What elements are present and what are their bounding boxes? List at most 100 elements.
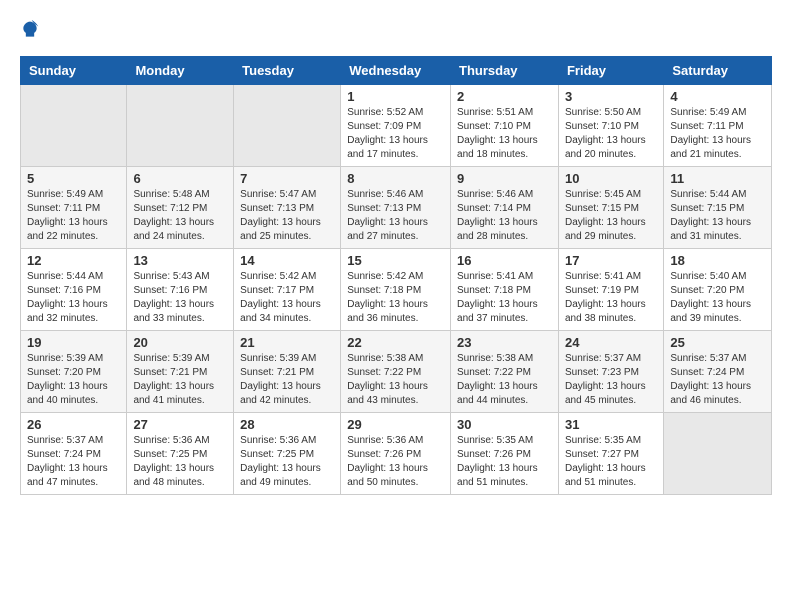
calendar-day-cell — [127, 85, 234, 167]
weekday-header: Thursday — [451, 57, 559, 85]
calendar-week-row: 26 Sunrise: 5:37 AM Sunset: 7:24 PM Dayli… — [21, 413, 772, 495]
day-number: 22 — [347, 335, 444, 350]
day-number: 21 — [240, 335, 334, 350]
calendar-day-cell: 29 Sunrise: 5:36 AM Sunset: 7:26 PM Dayli… — [341, 413, 451, 495]
day-number: 18 — [670, 253, 765, 268]
weekday-header: Sunday — [21, 57, 127, 85]
calendar-day-cell: 19Sunrise: 5:39 AM Sunset: 7:20 PM Dayli… — [21, 331, 127, 413]
day-number: 16 — [457, 253, 552, 268]
weekday-header: Tuesday — [234, 57, 341, 85]
day-number: 11 — [670, 171, 765, 186]
calendar-table: SundayMondayTuesdayWednesdayThursdayFrid… — [20, 56, 772, 495]
calendar-day-cell: 5 Sunrise: 5:49 AM Sunset: 7:11 PM Daylig… — [21, 167, 127, 249]
day-number: 25 — [670, 335, 765, 350]
calendar-day-cell: 10 Sunrise: 5:45 AM Sunset: 7:15 PM Dayli… — [558, 167, 663, 249]
calendar-day-cell: 30Sunrise: 5:35 AM Sunset: 7:26 PM Dayli… — [451, 413, 559, 495]
calendar-day-cell: 25 Sunrise: 5:37 AM Sunset: 7:24 PM Dayli… — [664, 331, 772, 413]
day-info: Sunrise: 5:41 AM Sunset: 7:18 PM Dayligh… — [457, 270, 552, 326]
day-number: 4 — [670, 89, 765, 104]
calendar-day-cell: 16 Sunrise: 5:41 AM Sunset: 7:18 PM Dayli… — [451, 249, 559, 331]
calendar-day-cell: 4 Sunrise: 5:49 AM Sunset: 7:11 PM Daylig… — [664, 85, 772, 167]
day-info: Sunrise: 5:48 AM Sunset: 7:12 PM Dayligh… — [133, 188, 227, 244]
day-number: 5 — [27, 171, 120, 186]
calendar-day-cell: 22 Sunrise: 5:38 AM Sunset: 7:22 PM Dayli… — [341, 331, 451, 413]
calendar-day-cell: 28 Sunrise: 5:36 AM Sunset: 7:25 PM Dayli… — [234, 413, 341, 495]
day-info: Sunrise: 5:45 AM Sunset: 7:15 PM Dayligh… — [565, 188, 657, 244]
day-info: Sunrise: 5:49 AM Sunset: 7:11 PM Dayligh… — [27, 188, 120, 244]
day-info: Sunrise: 5:46 AM Sunset: 7:14 PM Dayligh… — [457, 188, 552, 244]
day-number: 31 — [565, 417, 657, 432]
calendar-day-cell: 14 Sunrise: 5:42 AM Sunset: 7:17 PM Dayli… — [234, 249, 341, 331]
calendar-day-cell: 18Sunrise: 5:40 AM Sunset: 7:20 PM Dayli… — [664, 249, 772, 331]
calendar-day-cell: 31 Sunrise: 5:35 AM Sunset: 7:27 PM Dayli… — [558, 413, 663, 495]
calendar-day-cell: 26 Sunrise: 5:37 AM Sunset: 7:24 PM Dayli… — [21, 413, 127, 495]
weekday-header: Friday — [558, 57, 663, 85]
day-number: 30 — [457, 417, 552, 432]
day-number: 8 — [347, 171, 444, 186]
calendar-day-cell: 13 Sunrise: 5:43 AM Sunset: 7:16 PM Dayli… — [127, 249, 234, 331]
day-number: 9 — [457, 171, 552, 186]
day-info: Sunrise: 5:52 AM Sunset: 7:09 PM Dayligh… — [347, 106, 444, 162]
day-info: Sunrise: 5:36 AM Sunset: 7:25 PM Dayligh… — [240, 434, 334, 490]
calendar-day-cell: 27 Sunrise: 5:36 AM Sunset: 7:25 PM Dayli… — [127, 413, 234, 495]
day-info: Sunrise: 5:43 AM Sunset: 7:16 PM Dayligh… — [133, 270, 227, 326]
day-info: Sunrise: 5:47 AM Sunset: 7:13 PM Dayligh… — [240, 188, 334, 244]
day-info: Sunrise: 5:44 AM Sunset: 7:15 PM Dayligh… — [670, 188, 765, 244]
day-info: Sunrise: 5:36 AM Sunset: 7:26 PM Dayligh… — [347, 434, 444, 490]
day-number: 6 — [133, 171, 227, 186]
calendar-day-cell: 23Sunrise: 5:38 AM Sunset: 7:22 PM Dayli… — [451, 331, 559, 413]
day-number: 14 — [240, 253, 334, 268]
day-number: 12 — [27, 253, 120, 268]
day-info: Sunrise: 5:37 AM Sunset: 7:23 PM Dayligh… — [565, 352, 657, 408]
calendar-day-cell: 2Sunrise: 5:51 AM Sunset: 7:10 PM Daylig… — [451, 85, 559, 167]
day-info: Sunrise: 5:37 AM Sunset: 7:24 PM Dayligh… — [670, 352, 765, 408]
calendar-day-cell: 24Sunrise: 5:37 AM Sunset: 7:23 PM Dayli… — [558, 331, 663, 413]
calendar-day-cell: 15 Sunrise: 5:42 AM Sunset: 7:18 PM Dayli… — [341, 249, 451, 331]
day-number: 26 — [27, 417, 120, 432]
calendar-day-cell: 3 Sunrise: 5:50 AM Sunset: 7:10 PM Daylig… — [558, 85, 663, 167]
calendar-week-row: 5 Sunrise: 5:49 AM Sunset: 7:11 PM Daylig… — [21, 167, 772, 249]
day-info: Sunrise: 5:35 AM Sunset: 7:27 PM Dayligh… — [565, 434, 657, 490]
logo-icon — [20, 20, 40, 40]
day-info: Sunrise: 5:42 AM Sunset: 7:18 PM Dayligh… — [347, 270, 444, 326]
day-number: 3 — [565, 89, 657, 104]
day-number: 10 — [565, 171, 657, 186]
calendar-day-cell: 17Sunrise: 5:41 AM Sunset: 7:19 PM Dayli… — [558, 249, 663, 331]
day-number: 23 — [457, 335, 552, 350]
day-number: 17 — [565, 253, 657, 268]
day-info: Sunrise: 5:39 AM Sunset: 7:21 PM Dayligh… — [133, 352, 227, 408]
calendar-week-row: 1 Sunrise: 5:52 AM Sunset: 7:09 PM Daylig… — [21, 85, 772, 167]
calendar-day-cell: 11 Sunrise: 5:44 AM Sunset: 7:15 PM Dayli… — [664, 167, 772, 249]
calendar-week-row: 12Sunrise: 5:44 AM Sunset: 7:16 PM Dayli… — [21, 249, 772, 331]
calendar-day-cell: 6 Sunrise: 5:48 AM Sunset: 7:12 PM Daylig… — [127, 167, 234, 249]
logo — [20, 20, 44, 40]
day-number: 29 — [347, 417, 444, 432]
day-number: 1 — [347, 89, 444, 104]
day-info: Sunrise: 5:37 AM Sunset: 7:24 PM Dayligh… — [27, 434, 120, 490]
weekday-header-row: SundayMondayTuesdayWednesdayThursdayFrid… — [21, 57, 772, 85]
day-number: 28 — [240, 417, 334, 432]
day-info: Sunrise: 5:50 AM Sunset: 7:10 PM Dayligh… — [565, 106, 657, 162]
calendar-day-cell — [664, 413, 772, 495]
calendar-day-cell: 20 Sunrise: 5:39 AM Sunset: 7:21 PM Dayli… — [127, 331, 234, 413]
weekday-header: Saturday — [664, 57, 772, 85]
calendar-day-cell: 8 Sunrise: 5:46 AM Sunset: 7:13 PM Daylig… — [341, 167, 451, 249]
day-number: 15 — [347, 253, 444, 268]
calendar-day-cell: 7 Sunrise: 5:47 AM Sunset: 7:13 PM Daylig… — [234, 167, 341, 249]
page-header — [20, 20, 772, 40]
calendar-day-cell: 1 Sunrise: 5:52 AM Sunset: 7:09 PM Daylig… — [341, 85, 451, 167]
day-info: Sunrise: 5:36 AM Sunset: 7:25 PM Dayligh… — [133, 434, 227, 490]
day-info: Sunrise: 5:42 AM Sunset: 7:17 PM Dayligh… — [240, 270, 334, 326]
day-number: 20 — [133, 335, 227, 350]
day-info: Sunrise: 5:46 AM Sunset: 7:13 PM Dayligh… — [347, 188, 444, 244]
day-info: Sunrise: 5:49 AM Sunset: 7:11 PM Dayligh… — [670, 106, 765, 162]
calendar-day-cell: 9 Sunrise: 5:46 AM Sunset: 7:14 PM Daylig… — [451, 167, 559, 249]
calendar-day-cell — [21, 85, 127, 167]
day-number: 27 — [133, 417, 227, 432]
calendar-day-cell — [234, 85, 341, 167]
day-info: Sunrise: 5:38 AM Sunset: 7:22 PM Dayligh… — [347, 352, 444, 408]
day-info: Sunrise: 5:51 AM Sunset: 7:10 PM Dayligh… — [457, 106, 552, 162]
day-number: 13 — [133, 253, 227, 268]
day-number: 7 — [240, 171, 334, 186]
day-info: Sunrise: 5:39 AM Sunset: 7:20 PM Dayligh… — [27, 352, 120, 408]
